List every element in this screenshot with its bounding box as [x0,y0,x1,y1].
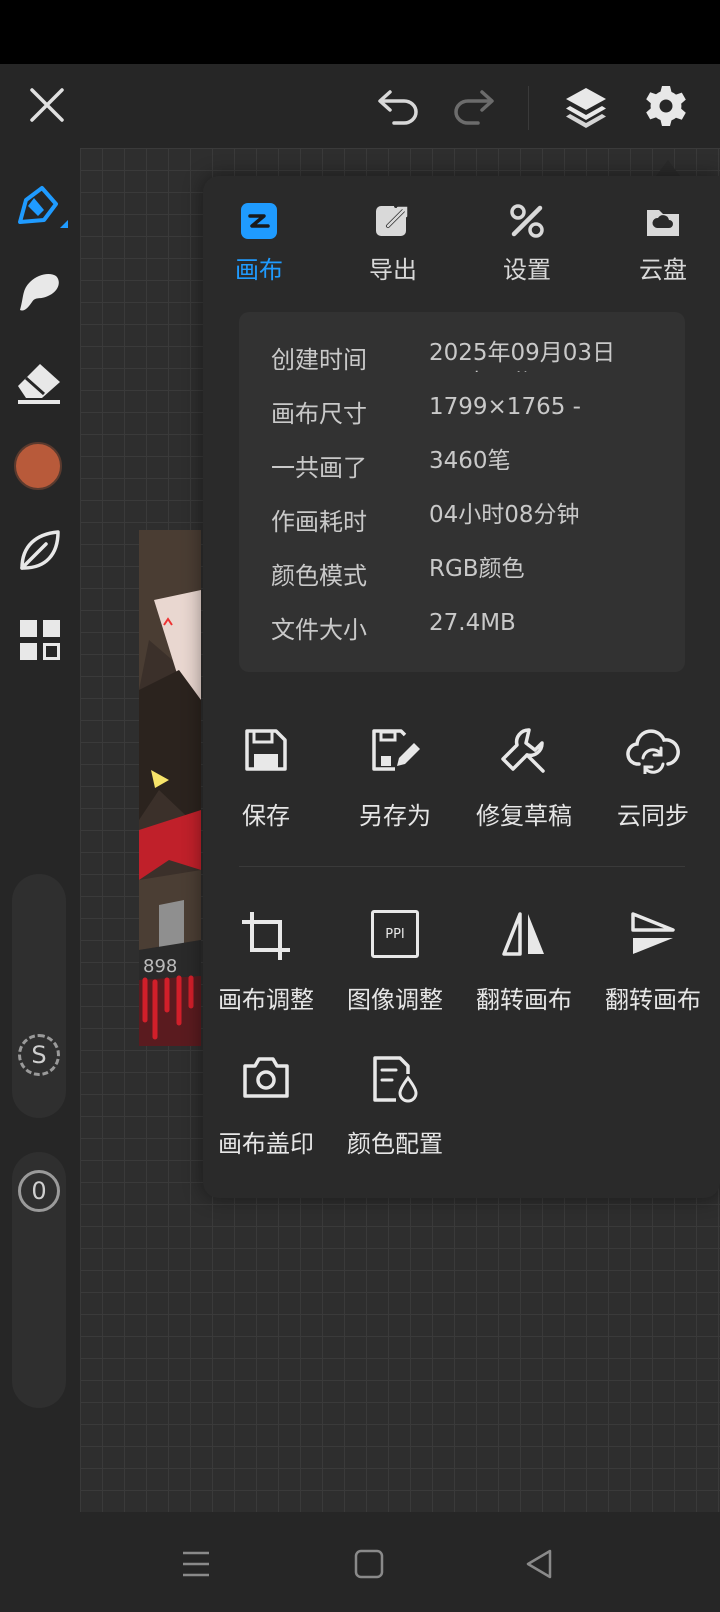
home-icon[interactable] [354,1548,384,1580]
brush-size-slider[interactable] [12,874,66,1118]
status-bar [0,0,720,64]
info-value: 27.4MB [429,610,516,636]
toolbar-divider [528,86,529,130]
panel-pointer [656,160,680,176]
color-profile-icon [373,1056,418,1103]
color-swatch[interactable] [14,442,62,490]
menu-icon[interactable] [180,1548,212,1580]
info-label: 文件大小 [271,616,367,644]
flip-vertical-label: 翻转画布 [605,986,701,1014]
info-label: 创建时间 [271,346,367,374]
close-icon[interactable] [28,86,66,124]
image-adjust-label: 图像调整 [347,986,443,1014]
tab-canvas-label: 画布 [235,256,283,284]
cloud-drive-icon [647,210,679,236]
info-value: 3460笔 [429,448,511,474]
info-label: 画布尺寸 [271,400,367,428]
export-icon [376,204,410,236]
ppi-icon: PPI [371,910,419,958]
opacity-value: 0 [31,1177,47,1205]
repair-draft-label: 修复草稿 [476,802,572,830]
info-row-strokes: 一共画了 3460笔 [271,448,691,502]
artwork-preview: 898 [139,530,201,1046]
pen-icon[interactable] [14,182,68,236]
save-as-icon [372,729,420,771]
info-label: 颜色模式 [271,562,367,590]
info-value: 04小时08分钟 [429,502,580,528]
layers-icon[interactable] [564,84,608,128]
info-row-size: 画布尺寸 1799×1765 - 300ppi [271,394,691,448]
ppi-text: PPI [385,926,405,942]
cloud-sync-icon [626,729,680,774]
info-row-file-size: 文件大小 27.4MB [271,610,691,664]
tab-settings-label: 设置 [503,256,551,284]
info-label: 作画耗时 [271,508,367,536]
redo-icon[interactable] [450,86,496,126]
canvas-adjust-label: 画布调整 [218,986,314,1014]
tab-export-label: 导出 [369,256,417,284]
info-label: 一共画了 [271,454,367,482]
flip-horizontal-icon [502,912,544,956]
top-toolbar [0,64,720,148]
flip-vertical-icon [631,912,675,954]
info-value: 1799×1765 - 300ppi [429,394,581,426]
canvas-stamp-label: 画布盖印 [218,1130,314,1158]
info-row-created: 创建时间 2025年09月03日 15时37分 [271,340,691,394]
cloud-sync-label: 云同步 [617,802,689,830]
color-profile-label: 颜色配置 [347,1130,443,1158]
info-row-color-mode: 颜色模式 RGB颜色 [271,556,691,610]
size-label: S [31,1041,47,1069]
flip-horizontal-label: 翻转画布 [476,986,572,1014]
wrench-icon [501,728,545,773]
info-value: 2025年09月03日 15时37分 [429,340,616,372]
tools-icon [510,204,544,238]
camera-icon [243,1057,289,1098]
info-value: RGB颜色 [429,556,525,582]
grid-icon[interactable] [18,618,62,662]
leaf-icon[interactable] [16,528,62,574]
save-as-label: 另存为 [359,802,431,830]
back-icon[interactable] [524,1548,554,1580]
smudge-icon[interactable] [14,266,64,316]
opacity-label[interactable]: 0 [18,1170,60,1212]
tab-cloud-drive-label: 云盘 [639,256,687,284]
gear-icon[interactable] [644,84,688,128]
info-row-duration: 作画耗时 04小时08分钟 [271,502,691,556]
svg-text:898: 898 [143,956,177,977]
eraser-icon[interactable] [14,356,64,406]
save-icon [245,729,287,771]
crop-icon [242,912,290,960]
undo-icon[interactable] [376,86,422,126]
panel-separator [239,866,685,867]
save-label: 保存 [242,802,290,830]
brush-size-label[interactable]: S [18,1034,60,1076]
canvas-icon [241,203,277,239]
